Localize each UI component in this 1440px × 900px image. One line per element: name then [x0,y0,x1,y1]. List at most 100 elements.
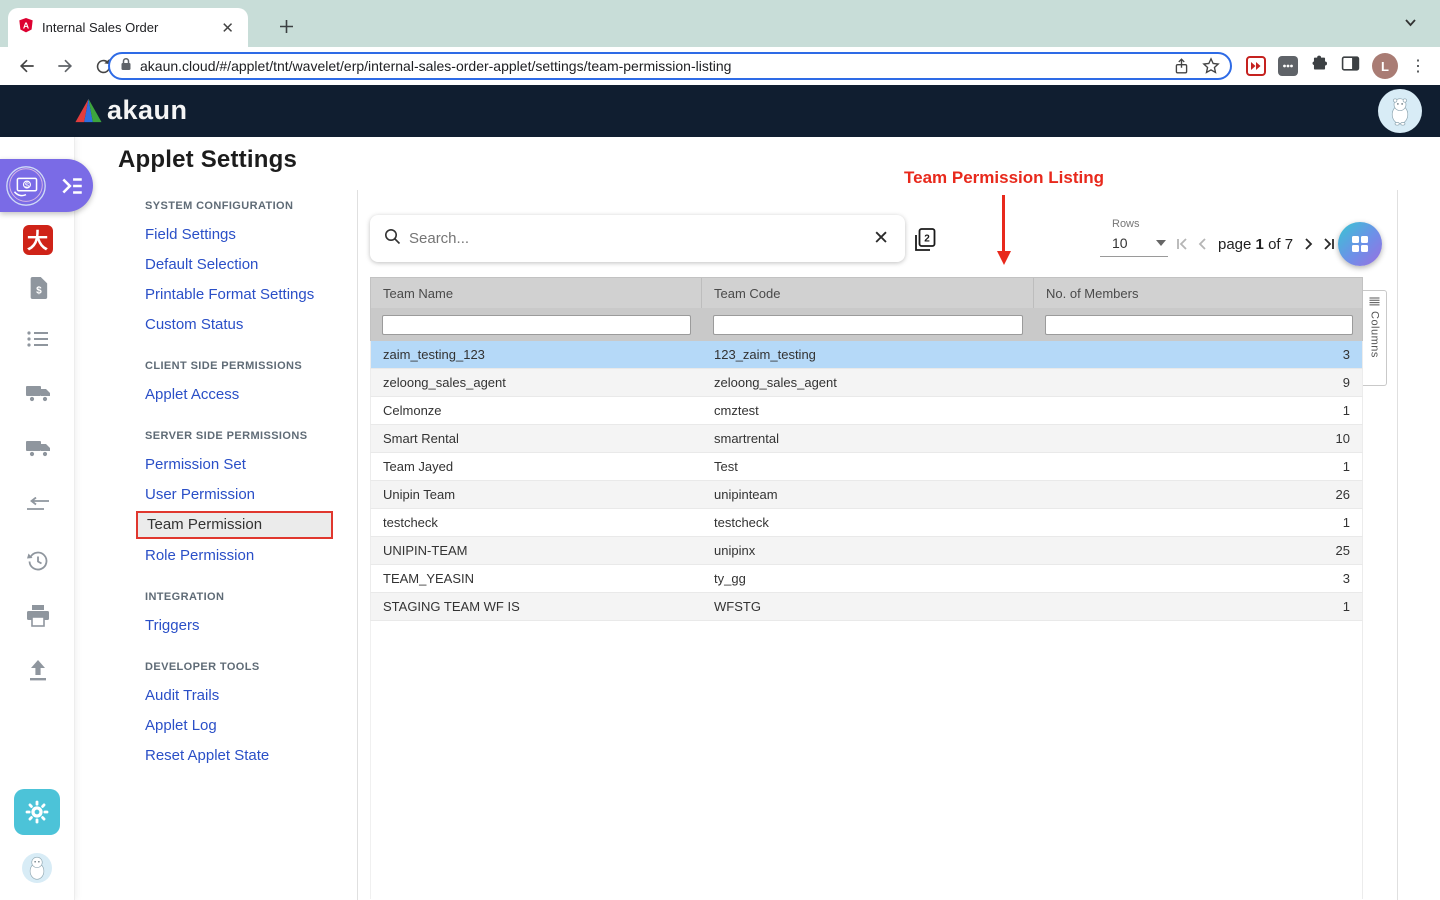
puzzle-extensions-icon[interactable] [1310,54,1329,78]
rail-app-da-hua[interactable]: 大 [0,225,75,255]
rail-settings-button[interactable] [14,789,60,835]
search-input[interactable] [409,230,871,247]
rail-app-upload[interactable] [0,659,75,683]
grid-icon [1349,233,1371,255]
table-row[interactable]: testcheck testcheck 1 [370,509,1363,537]
cell-team-code: 123_zaim_testing [702,341,1034,368]
total-pages-number: 7 [1285,236,1293,253]
pagination: page 1 of 7 [1172,234,1339,254]
menu-section-header: DEVELOPER TOOLS [145,661,350,673]
annotation-arrowhead [997,251,1011,265]
rail-app-history[interactable] [0,549,75,573]
bookmark-star-icon[interactable] [1202,57,1220,75]
table-row[interactable]: Smart Rental smartrental 10 [370,425,1363,453]
browser-tab[interactable]: A Internal Sales Order ✕ [8,8,248,47]
table-row[interactable]: STAGING TEAM WF IS WFSTG 1 [370,593,1363,621]
rail-app-logistics[interactable] [0,437,75,459]
user-avatar[interactable] [1378,89,1422,133]
rail-penguin-avatar[interactable] [22,853,52,883]
menu-item-printable-format-settings[interactable]: Printable Format Settings [145,281,350,308]
menu-item-permission-set[interactable]: Permission Set [145,451,350,478]
last-page-button[interactable] [1319,234,1339,254]
url-bar[interactable]: akaun.cloud/#/applet/tnt/wavelet/erp/int… [108,52,1232,80]
browser-menu-icon[interactable]: ⋮ [1410,56,1426,76]
rail-app-delivery[interactable] [0,382,75,404]
cell-members: 1 [1034,509,1364,536]
next-page-button[interactable] [1299,234,1319,254]
current-applet-pill[interactable]: $ [0,159,93,212]
menu-item-custom-status[interactable]: Custom Status [145,311,350,338]
rail-app-listing[interactable] [0,329,75,349]
sim-dollar-icon: $ [27,275,49,301]
cell-team-code: Test [702,453,1034,480]
search-clear-icon[interactable]: ✕ [871,227,891,250]
tab-search-chevron-icon[interactable] [1403,16,1418,34]
filter-team-code-input[interactable] [713,315,1023,335]
table-row[interactable]: Celmonze cmztest 1 [370,397,1363,425]
table-row[interactable]: Team Jayed Test 1 [370,453,1363,481]
columns-panel-tab[interactable]: Columns [1363,290,1387,386]
layout-grid-button[interactable] [1338,222,1382,266]
filter-team-name-input[interactable] [382,315,691,335]
table-empty-area [370,621,1363,899]
column-header-members[interactable]: No. of Members [1034,278,1364,308]
cell-members: 1 [1034,397,1364,424]
svg-text:$: $ [36,286,42,297]
cell-members: 9 [1034,369,1364,396]
browser-profile-avatar[interactable]: L [1372,53,1398,79]
menu-item-team-permission[interactable]: Team Permission [136,511,333,539]
dots-extension-icon[interactable] [1278,56,1298,76]
rail-app-returns[interactable] [0,497,75,513]
penguin-small-icon [22,853,52,883]
share-button[interactable] [1173,57,1190,75]
column-header-team-name[interactable]: Team Name [371,278,702,308]
settings-gear-icon [24,799,50,825]
menu-item-audit-trails[interactable]: Audit Trails [145,682,350,709]
redirect-extension-icon[interactable] [1246,56,1266,76]
rail-app-billing[interactable]: $ [0,275,75,301]
menu-item-user-permission[interactable]: User Permission [145,481,350,508]
duplicate-listing-button[interactable]: 2 [911,226,939,254]
rail-app-print[interactable] [0,605,75,627]
rows-per-page-select[interactable]: Rows 10 [1100,218,1168,257]
forward-button[interactable] [50,51,80,81]
menu-expand-icon [59,173,85,199]
cell-members: 26 [1034,481,1364,508]
first-page-button[interactable] [1172,234,1192,254]
cell-team-name: STAGING TEAM WF IS [371,593,702,620]
new-tab-button[interactable] [272,12,300,40]
current-page-number: 1 [1256,236,1264,253]
search-box: ✕ [370,215,905,262]
svg-text:A: A [23,20,30,30]
menu-item-default-selection[interactable]: Default Selection [145,251,350,278]
cell-team-name: Team Jayed [371,453,702,480]
upload-icon [26,659,50,683]
table-row[interactable]: zaim_testing_123 123_zaim_testing 3 [370,341,1363,369]
akaun-logo-text: akaun [107,95,188,126]
extensions-row: L ⋮ [1246,47,1440,85]
prev-page-button[interactable] [1192,234,1212,254]
cell-team-name: Unipin Team [371,481,702,508]
menu-item-applet-access[interactable]: Applet Access [145,381,350,408]
side-panel-icon[interactable] [1341,55,1360,77]
back-button[interactable] [12,51,42,81]
table-row[interactable]: zeloong_sales_agent zeloong_sales_agent … [370,369,1363,397]
menu-item-field-settings[interactable]: Field Settings [145,221,350,248]
menu-item-reset-applet-state[interactable]: Reset Applet State [145,742,350,769]
cell-team-name: TEAM_YEASIN [371,565,702,592]
table-filter-row [370,308,1363,341]
table-row[interactable]: UNIPIN-TEAM unipinx 25 [370,537,1363,565]
sales-order-applet-icon: $ [3,163,49,209]
page-indicator: page 1 of 7 [1218,236,1293,253]
menu-item-triggers[interactable]: Triggers [145,612,350,639]
menu-item-role-permission[interactable]: Role Permission [145,542,350,569]
filter-members-input[interactable] [1045,315,1353,335]
cell-team-code: ty_gg [702,565,1034,592]
svg-text:$: $ [25,180,30,189]
menu-item-applet-log[interactable]: Applet Log [145,712,350,739]
tab-close-icon[interactable]: ✕ [217,19,238,37]
column-header-team-code[interactable]: Team Code [702,278,1034,308]
table-row[interactable]: Unipin Team unipinteam 26 [370,481,1363,509]
svg-text:2: 2 [924,234,930,245]
table-row[interactable]: TEAM_YEASIN ty_gg 3 [370,565,1363,593]
